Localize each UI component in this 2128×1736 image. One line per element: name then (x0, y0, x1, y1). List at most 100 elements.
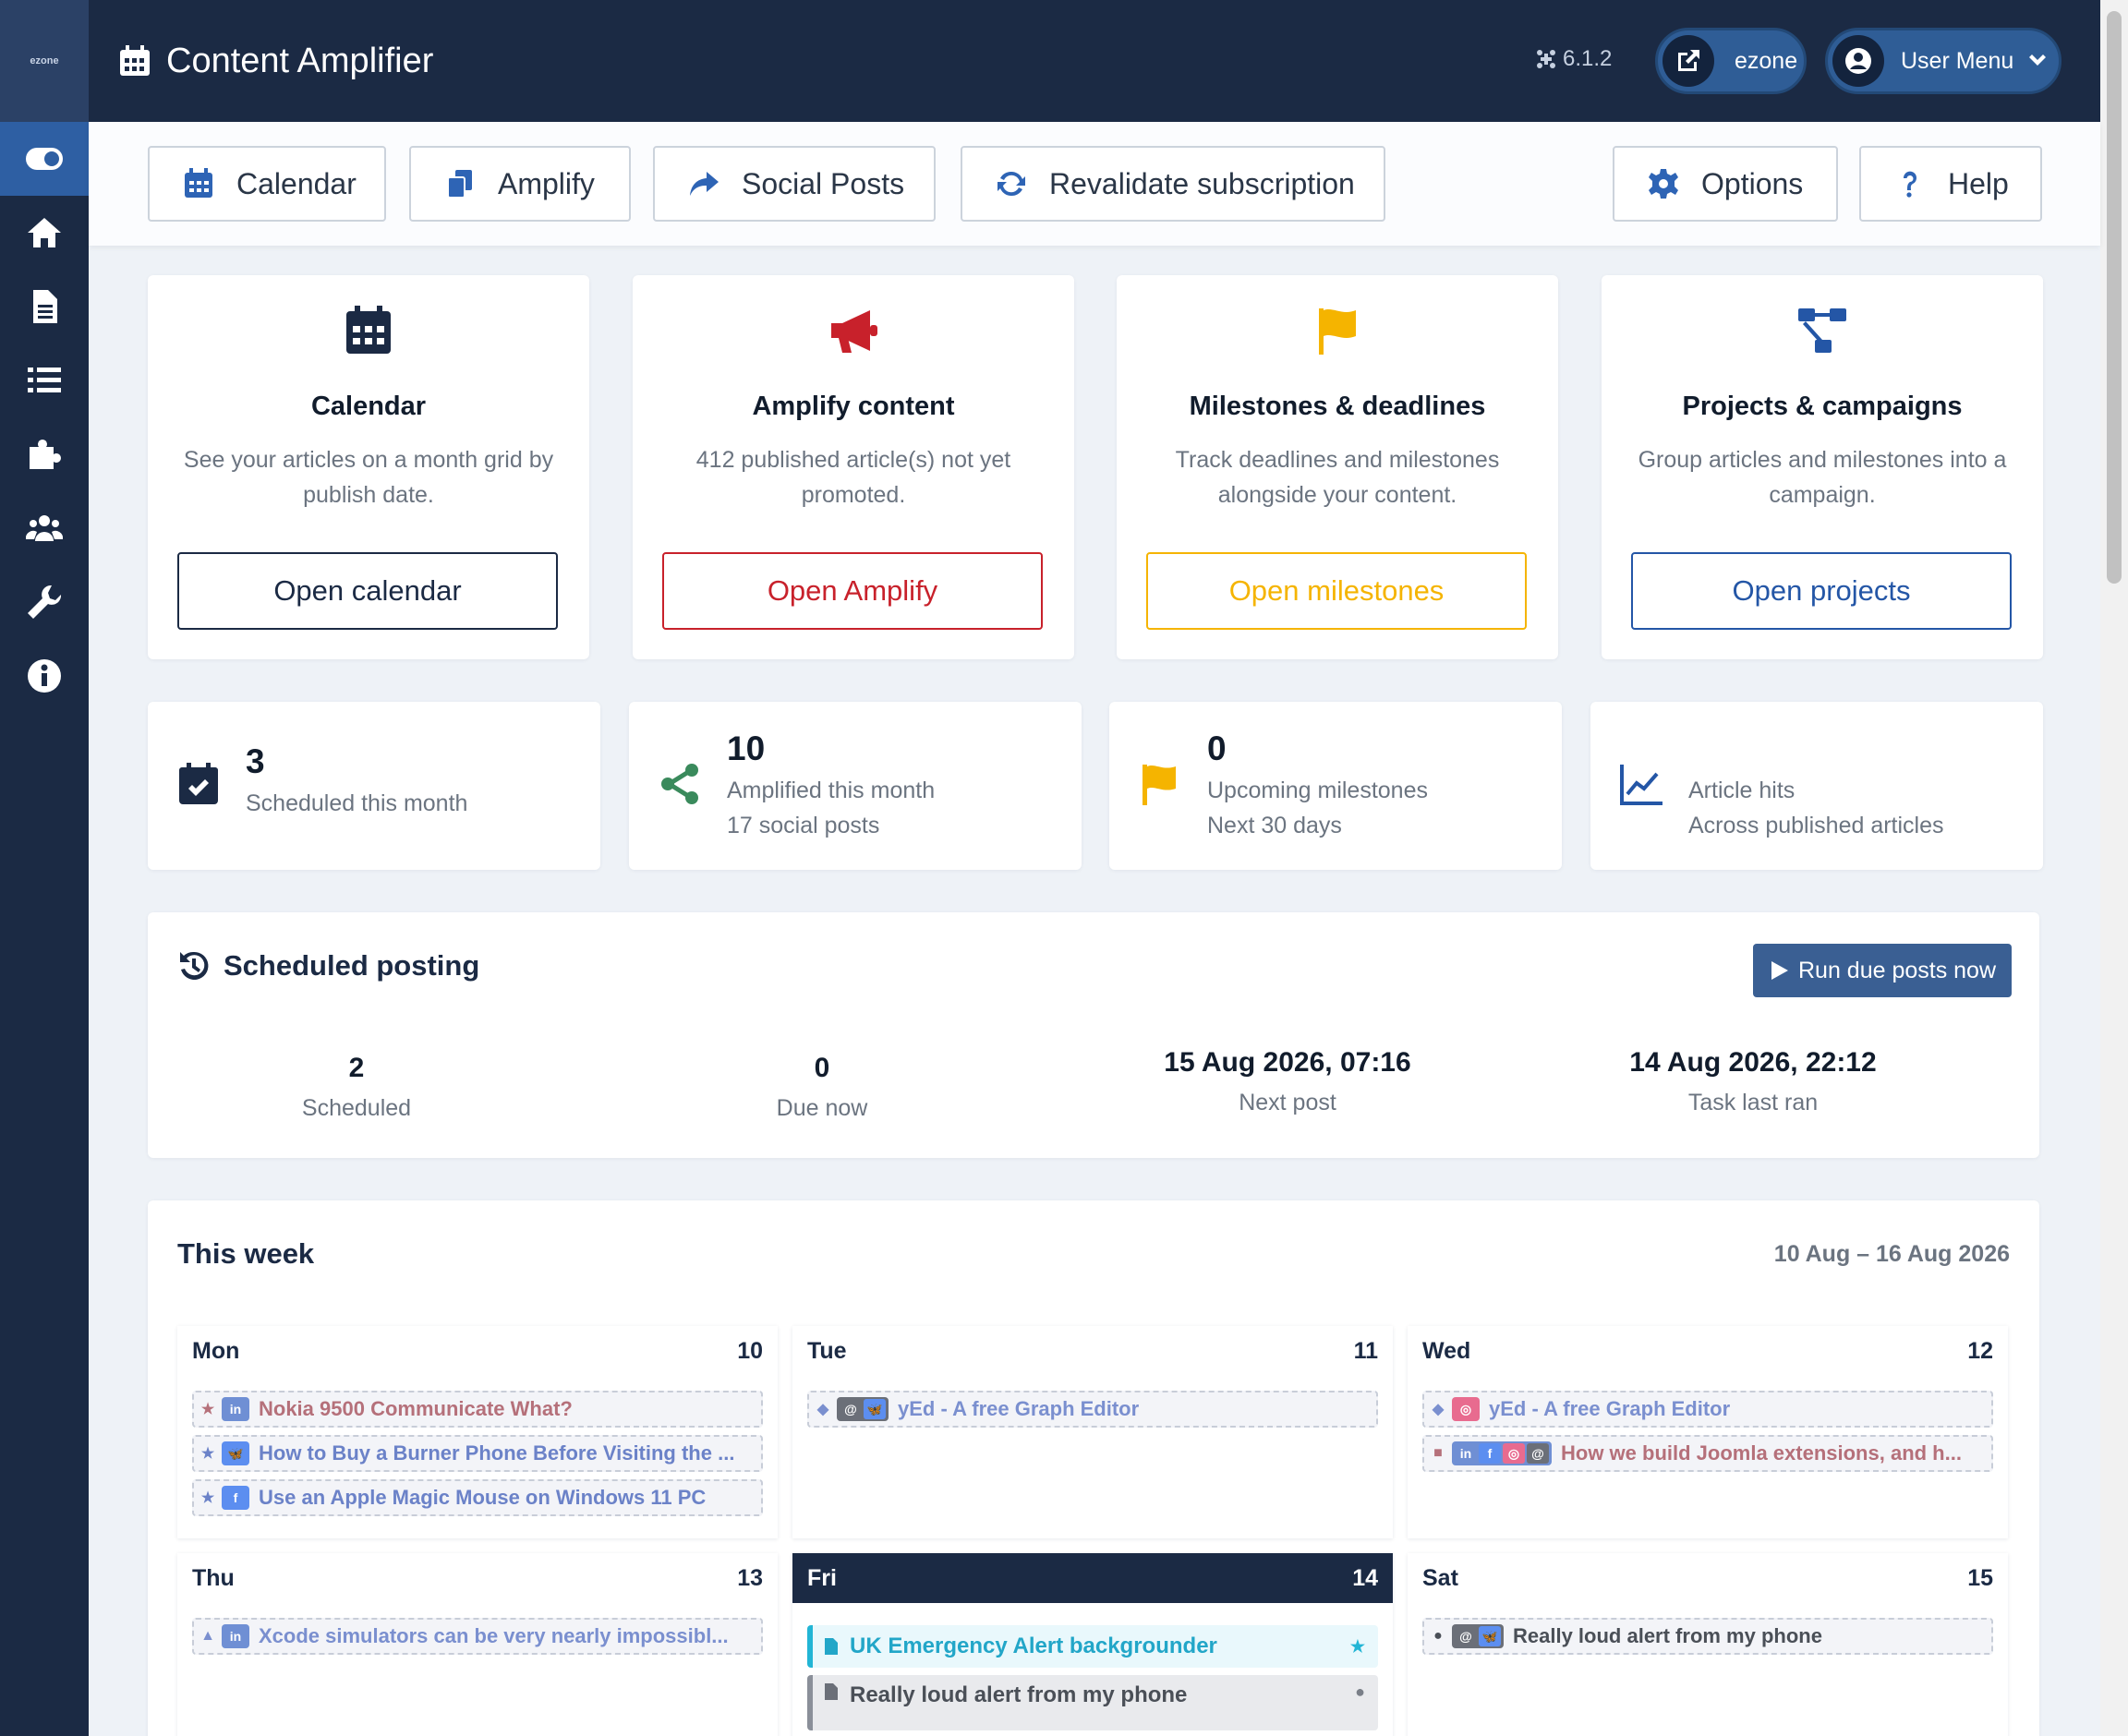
sidebar-item-list[interactable] (0, 344, 89, 417)
scheduled-post-item[interactable]: ★ 🦋 How to Buy a Burner Phone Before Visit… (192, 1435, 763, 1472)
open-milestones-button[interactable]: Open milestones (1146, 552, 1527, 630)
help-button-label: Help (1948, 166, 2009, 200)
day-number: 10 (737, 1337, 763, 1364)
article-title: UK Emergency Alert backgrounder (850, 1634, 1217, 1658)
article-item[interactable]: Really loud alert from my phone ● (807, 1675, 1378, 1730)
posting-stat-label: Due now (776, 1095, 868, 1121)
post-title: yEd - A free Graph Editor (898, 1397, 1140, 1420)
day-cell-thu[interactable]: Thu 13 ▲ in Xcode simulators can be very nea… (177, 1553, 778, 1736)
projects-card: Projects & campaigns Group articles and … (1602, 275, 2043, 659)
post-title: Xcode simulators can be very nearly impo… (259, 1624, 729, 1647)
file-icon (825, 1638, 838, 1655)
day-header: Mon 10 (177, 1326, 778, 1376)
card-description: 412 published article(s) not yet promote… (695, 447, 1011, 508)
flag-icon (1310, 303, 1365, 358)
day-cell-tue[interactable]: Tue 11 ◆ @ 🦋 yEd - A free Graph Editor (792, 1326, 1393, 1538)
scheduled-post-item[interactable]: ◆ @ 🦋 yEd - A free Graph Editor (807, 1391, 1378, 1428)
day-cell-mon[interactable]: Mon 10 ★ in Nokia 9500 Communicate What? ★ 🦋 Ho… (177, 1326, 778, 1538)
stat-scheduled: 3 Scheduled this month (148, 702, 600, 870)
scheduled-post-item[interactable]: ◆ ◎ yEd - A free Graph Editor (1422, 1391, 1993, 1428)
posting-stat-value: 2 (348, 1053, 365, 1083)
user-menu-button[interactable]: User Menu (1825, 28, 2062, 94)
help-button[interactable]: Help (1859, 146, 2042, 222)
posting-stat-due: 0 Due now (637, 1053, 1007, 1122)
share-icon (688, 168, 719, 199)
scrollbar-thumb[interactable] (2107, 11, 2122, 584)
open-amplify-button[interactable]: Open Amplify (662, 552, 1043, 630)
user-menu-label: User Menu (1901, 47, 2014, 74)
status-marker: ★ (200, 1446, 215, 1462)
scheduled-post-item[interactable]: ● @ 🦋 Really loud alert from my phone (1422, 1618, 1993, 1655)
options-button[interactable]: Options (1613, 146, 1838, 222)
posting-stat-label: Next post (1239, 1090, 1336, 1115)
stat-value: 10 (727, 729, 766, 767)
posting-stat-value: 15 Aug 2026, 07:16 (1164, 1047, 1411, 1078)
run-due-posts-label: Run due posts now (1797, 957, 1997, 983)
options-button-label: Options (1701, 166, 1804, 200)
scheduled-post-item[interactable]: ★ in Nokia 9500 Communicate What? (192, 1391, 763, 1428)
scheduled-post-item[interactable]: ▲ in Xcode simulators can be very nearly i… (192, 1618, 763, 1655)
day-number: 13 (737, 1564, 763, 1591)
page-scrollbar[interactable] (2100, 0, 2128, 1736)
article-item[interactable]: UK Emergency Alert backgrounder ★ (807, 1625, 1378, 1668)
info-icon (28, 659, 61, 693)
network-badges: @ 🦋 (1452, 1624, 1504, 1648)
network-badges: in (222, 1624, 249, 1648)
open-projects-button[interactable]: Open projects (1631, 552, 2012, 630)
scheduled-post-item[interactable]: ★ f Use an Apple Magic Mouse on Windows 11… (192, 1479, 763, 1516)
status-marker: ● (1433, 1628, 1443, 1644)
calendar-icon (183, 168, 214, 199)
stat-article-hits: Article hits Across published articles (1590, 702, 2043, 870)
stat-sublabel: Across published articles (1688, 813, 1944, 838)
facebook-icon: f (224, 1488, 247, 1508)
calendar-button[interactable]: Calendar (148, 146, 386, 222)
card-title: Milestones & deadlines (1189, 392, 1486, 421)
revalidate-subscription-button[interactable]: Revalidate subscription (961, 146, 1385, 222)
gear-icon (1648, 168, 1679, 199)
day-number: 12 (1967, 1337, 1993, 1364)
list-icon (28, 368, 61, 392)
card-title: Projects & campaigns (1682, 392, 1963, 421)
stat-label: Article hits (1688, 778, 1796, 803)
sidebar-item-extensions[interactable] (0, 417, 89, 491)
day-cell-wed[interactable]: Wed 12 ◆ ◎ yEd - A free Graph Editor ■ in f ◎ @ Ho… (1408, 1326, 2008, 1538)
status-marker: ◆ (816, 1402, 829, 1417)
sidebar-item-articles[interactable] (0, 270, 89, 344)
brand-logo[interactable]: ezone (0, 0, 89, 122)
open-calendar-button[interactable]: Open calendar (177, 552, 558, 630)
posting-stat-last-ran: 14 Aug 2026, 22:12 Task last ran (1568, 1047, 1938, 1116)
calendar-card: Calendar See your articles on a month gr… (148, 275, 589, 659)
sidebar-item-tools[interactable] (0, 565, 89, 639)
refresh-icon (996, 168, 1027, 199)
stat-amplified: 10 Amplified this month 17 social posts (629, 702, 1082, 870)
day-cell-sat[interactable]: Sat 15 ● @ 🦋 Really loud alert from my phone (1408, 1553, 2008, 1736)
posting-stat-value: 0 (814, 1053, 830, 1083)
day-number: 11 (1353, 1337, 1378, 1364)
article-marker: ● (1355, 1682, 1365, 1701)
amplify-button[interactable]: Amplify (409, 146, 631, 222)
post-title: Use an Apple Magic Mouse on Windows 11 P… (259, 1486, 707, 1509)
post-title: Nokia 9500 Communicate What? (259, 1397, 573, 1420)
day-cell-fri[interactable]: Fri 14 UK Emergency Alert backgrounder ★ Rea… (792, 1553, 1393, 1736)
toggle-icon (26, 148, 63, 170)
day-name: Tue (807, 1337, 847, 1364)
run-due-posts-button[interactable]: Run due posts now (1753, 944, 2012, 997)
day-header: Sat 15 (1408, 1553, 2008, 1603)
posting-stat-label: Scheduled (301, 1095, 412, 1121)
view-site-button[interactable]: ezone (1655, 28, 1807, 94)
flag-icon (1137, 761, 1183, 807)
sidebar-item-users[interactable] (0, 491, 89, 565)
day-header: Thu 13 (177, 1553, 778, 1603)
users-icon (26, 515, 63, 541)
network-badges: ◎ (1452, 1397, 1480, 1421)
scheduled-post-item[interactable]: ■ in f ◎ @ How we build Joomla extensions, an… (1422, 1435, 1993, 1472)
day-name: Mon (192, 1337, 240, 1364)
sidebar-item-home[interactable] (0, 196, 89, 270)
calendar-check-icon (175, 761, 222, 807)
social-posts-button[interactable]: Social Posts (653, 146, 936, 222)
sidebar-item-info[interactable] (0, 639, 89, 713)
status-marker: ▲ (200, 1628, 215, 1644)
scheduled-posting-title: Scheduled posting (177, 949, 479, 983)
day-number: 15 (1967, 1564, 1993, 1591)
sidebar-toggle[interactable] (0, 122, 89, 196)
